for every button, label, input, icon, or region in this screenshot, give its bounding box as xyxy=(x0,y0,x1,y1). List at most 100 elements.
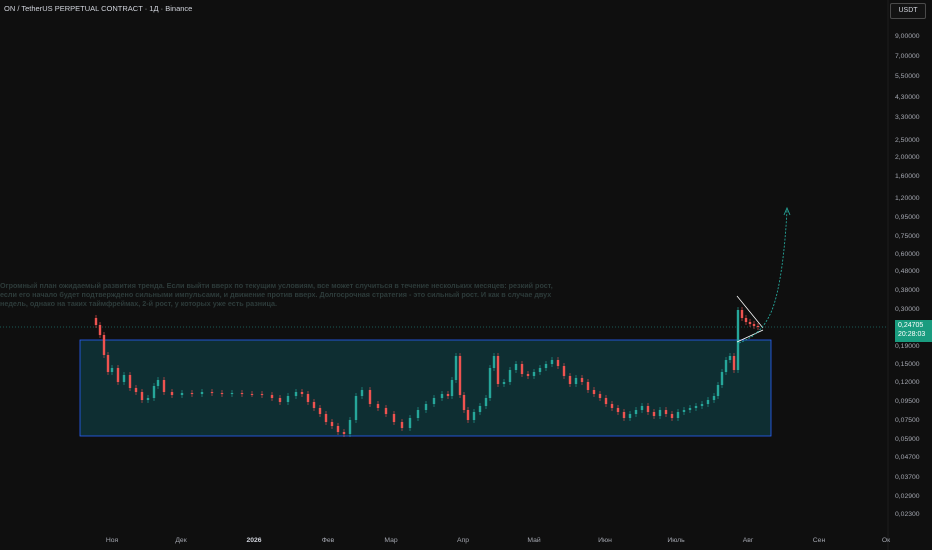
candle-body xyxy=(700,404,704,406)
candle-body xyxy=(574,378,578,384)
current-price-value: 0,24705 xyxy=(898,322,924,329)
candle-body xyxy=(716,385,720,396)
candle-body xyxy=(670,414,674,418)
candle-body xyxy=(220,393,224,394)
candle-body xyxy=(324,414,328,422)
candle-body xyxy=(488,368,492,398)
candle-body xyxy=(586,382,590,390)
range-box[interactable] xyxy=(79,339,772,437)
candle-body xyxy=(360,390,364,396)
candle-body xyxy=(514,364,518,370)
currency-selector[interactable]: USDT xyxy=(890,3,926,19)
price-axis-label: 0,95000 xyxy=(895,214,920,221)
candle-body xyxy=(400,422,404,428)
candle-body xyxy=(568,376,572,384)
price-axis-label: 0,60000 xyxy=(895,251,920,258)
price-axis-label: 0,02300 xyxy=(895,511,920,518)
candle-body xyxy=(744,318,748,322)
time-axis-label: Мар xyxy=(384,537,398,544)
candle-body xyxy=(706,400,710,404)
candle-body xyxy=(724,360,728,372)
candle-body xyxy=(538,368,542,372)
candle-body xyxy=(306,394,310,402)
candle-body xyxy=(376,404,380,408)
candle-body xyxy=(720,372,724,385)
candle-body xyxy=(604,398,608,404)
price-axis-label: 0,48000 xyxy=(895,268,920,275)
candle-body xyxy=(526,374,530,376)
time-axis-label: 2026 xyxy=(246,537,262,544)
candle-body xyxy=(170,392,174,395)
candle-body xyxy=(462,395,466,410)
candle-body xyxy=(116,368,120,382)
candle-body xyxy=(294,392,298,396)
price-axis-label: 0,19000 xyxy=(895,343,920,350)
candle-body xyxy=(532,372,536,376)
price-axis-label: 0,04700 xyxy=(895,454,920,461)
candle-body xyxy=(230,393,234,394)
time-axis-label: Июн xyxy=(598,537,612,544)
candle-body xyxy=(330,422,334,426)
price-axis-label: 2,00000 xyxy=(895,154,920,161)
candle-body xyxy=(646,406,650,412)
candle-body xyxy=(748,322,752,324)
candle-body xyxy=(110,368,114,372)
candle-body xyxy=(416,410,420,418)
candle-body xyxy=(128,375,132,388)
candle-body xyxy=(106,355,110,372)
price-axis-label: 0,05900 xyxy=(895,436,920,443)
price-axis-label: 4,30000 xyxy=(895,94,920,101)
candle-body xyxy=(190,393,194,394)
candle-body xyxy=(652,412,656,416)
candle-body xyxy=(562,366,566,376)
candle-body xyxy=(732,356,736,370)
time-axis-label: Май xyxy=(527,537,541,544)
candle-body xyxy=(446,394,450,396)
candle-body xyxy=(240,393,244,394)
candle-body xyxy=(424,404,428,410)
price-axis-label: 3,30000 xyxy=(895,114,920,121)
candle-body xyxy=(440,394,444,398)
chart-area[interactable]: ON / TetherUS PERPETUAL CONTRACT · 1Д · … xyxy=(0,0,932,550)
candle-body xyxy=(592,390,596,394)
price-axis-label: 9,00000 xyxy=(895,33,920,40)
candle-body xyxy=(484,398,488,406)
candle-body xyxy=(348,420,352,434)
candle-body xyxy=(260,394,264,395)
candle-body xyxy=(658,410,662,416)
candle-body xyxy=(250,394,254,395)
candle-body xyxy=(408,418,412,428)
price-axis-label: 0,30000 xyxy=(895,306,920,313)
candle-body xyxy=(140,392,144,400)
time-axis-label: Авг xyxy=(742,537,754,544)
candle-body xyxy=(318,408,322,414)
time-axis-label: Июль xyxy=(667,537,685,544)
time-axis-label: Апр xyxy=(457,537,469,544)
current-price-badge: 0,24705 20:28:03 xyxy=(895,320,932,342)
candle-body xyxy=(342,432,346,434)
candle-body xyxy=(146,398,150,400)
time-axis-label: Ноя xyxy=(105,537,119,544)
price-axis-label: 0,03700 xyxy=(895,474,920,481)
candle-body xyxy=(664,410,668,414)
candle-body xyxy=(134,388,138,392)
candle-body xyxy=(94,318,98,325)
candle-body xyxy=(162,380,166,392)
candle-body xyxy=(756,326,760,327)
price-axis-label: 0,07500 xyxy=(895,417,920,424)
candle-body xyxy=(752,324,756,326)
candle-body xyxy=(544,364,548,368)
candle-body xyxy=(102,335,106,355)
chart-annotation-text[interactable]: Огромный план ожидаемый развития тренда.… xyxy=(0,281,560,308)
price-axis-label: 7,00000 xyxy=(895,53,920,60)
candle-body xyxy=(550,360,554,364)
candle-body xyxy=(694,406,698,408)
candle-body xyxy=(458,356,462,395)
price-chart[interactable] xyxy=(0,0,932,550)
price-axis-label: 2,50000 xyxy=(895,137,920,144)
candle-body xyxy=(712,396,716,400)
candle-body xyxy=(336,426,340,432)
price-axis-label: 0,12000 xyxy=(895,379,920,386)
candle-body xyxy=(728,356,732,360)
candle-body xyxy=(270,395,274,398)
